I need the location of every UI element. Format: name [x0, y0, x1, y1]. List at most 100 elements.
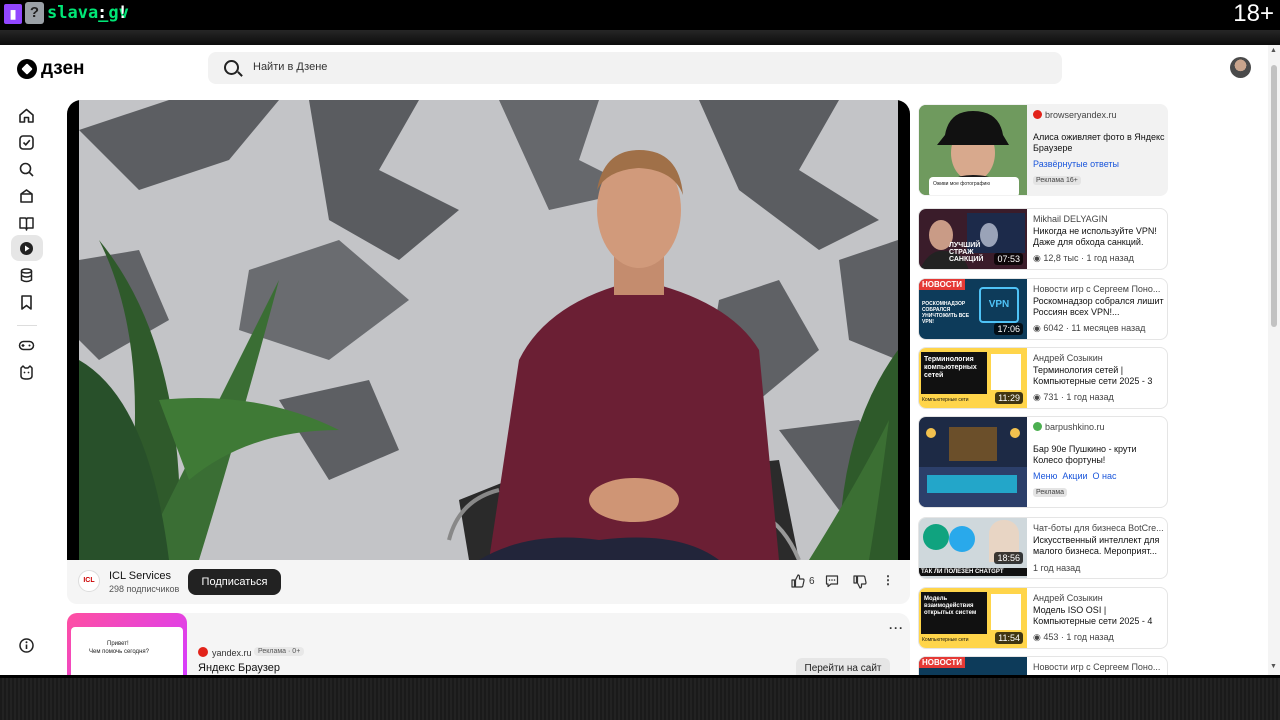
telegram-icon — [949, 526, 975, 552]
video-scene-image — [79, 100, 898, 560]
channel-name[interactable]: ICL Services — [109, 570, 171, 582]
video-frame — [79, 100, 898, 560]
search-placeholder: Найти в Дзене — [253, 61, 328, 73]
stream-bottom-band — [0, 675, 1280, 720]
card-link-about[interactable]: О нас — [1093, 471, 1117, 481]
channel-logo[interactable]: ICL — [78, 570, 100, 592]
logo-text: дзен — [41, 58, 85, 79]
info-icon[interactable] — [18, 637, 35, 654]
card-title: Модель ISO OSI | Компьютерные сети 2025 … — [1033, 605, 1153, 626]
card-ad-tag: Реклама — [1033, 488, 1068, 497]
ad-thumbnail-text-2: Чем помочь сегодня? — [89, 649, 149, 655]
ad-tag: Реклама · 0+ — [254, 647, 305, 656]
recommendation-ad-browser[interactable]: Оживи мое фотографию browseryandex.ru Ал… — [918, 104, 1168, 196]
site-icon — [1033, 422, 1042, 431]
card-title: Роскомнадзор собрался лишит Россиян всех… — [1033, 296, 1164, 317]
card-title: Алиса оживляет фото в Яндекс Браузере — [1033, 132, 1165, 153]
card-title: Терминология сетей | Компьютерные сети 2… — [1033, 365, 1153, 386]
ad-source: yandex.ru — [212, 648, 252, 658]
channel-bar: ICL ICL Services 298 подписчиков Подписа… — [67, 560, 910, 604]
user-avatar[interactable] — [1230, 57, 1251, 78]
card-thumbnail: Оживи мое фотографию — [919, 105, 1027, 195]
card-channel[interactable]: Новости игр с Сергеем Поно... — [1033, 284, 1165, 294]
stream-chat-overlay: ▮ ? slava_gv : ! 18+ — [0, 0, 1280, 30]
bookmark-icon[interactable] — [18, 294, 35, 311]
explore-icon[interactable] — [18, 188, 35, 205]
video-duration: 17:06 — [994, 323, 1023, 335]
comment-icon[interactable] — [825, 574, 839, 588]
video-duration: 07:53 — [994, 253, 1023, 265]
nav-divider — [17, 325, 37, 326]
recommendation-video[interactable]: ТАК ЛИ ПОЛЕЗЕН CHATGPT 18:56 Чат-боты дл… — [918, 517, 1168, 579]
subscriptions-icon[interactable] — [18, 134, 35, 151]
recommendation-video[interactable]: НОВОСТИ Новости игр с Сергеем Поно... — [918, 656, 1168, 675]
search-icon — [224, 60, 239, 75]
more-options-icon[interactable]: ⋮ — [882, 573, 894, 587]
thumbnail-badge: НОВОСТИ — [919, 657, 966, 668]
video-player[interactable] — [67, 100, 910, 560]
kids-icon[interactable] — [18, 364, 35, 381]
dzen-logo[interactable]: дзен — [17, 58, 85, 80]
card-link-menu[interactable]: Меню — [1033, 471, 1057, 481]
like-icon[interactable] — [791, 574, 805, 588]
dzen-page: дзен Найти в Дзене ICL ICL Services 298 … — [0, 45, 1280, 675]
recommendation-video[interactable]: ЛУЧШИЙ СТРАЖ САНКЦИЙ 07:53 Mikhail DELYA… — [918, 208, 1168, 270]
chat-badge-icon: ? — [25, 2, 44, 24]
search-nav-icon[interactable] — [18, 161, 35, 178]
thumbnail-text: ТАК ЛИ ПОЛЕЗЕН CHATGPT — [919, 568, 1027, 576]
card-meta: ◉ 453 · 1 год назад — [1033, 632, 1114, 642]
ad-thumbnail: Привет! Чем помочь сегодня? — [67, 613, 187, 675]
scroll-up-arrow-icon[interactable]: ▲ — [1270, 47, 1277, 54]
card-link-promos[interactable]: Акции — [1062, 471, 1087, 481]
thumbnail-text: РОСКОМНАДЗОР СОБРАЛСЯ УНИЧТОЖИТЬ ВСЕ VPN… — [922, 301, 970, 325]
age-rating-label: 18+ — [1233, 0, 1274, 27]
card-links: Меню Акции О нас — [1033, 471, 1117, 481]
video-duration: 11:54 — [995, 632, 1023, 644]
recommendation-ad-bar[interactable]: barpushkino.ru Бар 90е Пушкино - крути К… — [918, 416, 1168, 508]
recommendation-video[interactable]: Терминология компьютерных сетей Компьюте… — [918, 347, 1168, 409]
dzen-logo-icon — [17, 59, 37, 79]
channel-subscribers: 298 подписчиков — [109, 584, 180, 594]
card-thumbnail: ТАК ЛИ ПОЛЕЗЕН CHATGPT 18:56 — [919, 518, 1027, 578]
card-meta: ◉ 12,8 тыс · 1 год назад — [1033, 253, 1134, 263]
video-duration: 18:56 — [994, 552, 1023, 564]
thumbnail-text: Терминология компьютерных сетей — [924, 356, 977, 379]
card-title: Искусственный интеллект для малого бизне… — [1033, 535, 1160, 556]
card-meta: ◉ 6042 · 11 месяцев назад — [1033, 323, 1146, 333]
subscribe-button[interactable]: Подписаться — [188, 569, 281, 595]
card-thumbnail: Терминология компьютерных сетей Компьюте… — [919, 348, 1027, 408]
card-channel[interactable]: Новости игр с Сергеем Поно... — [1033, 662, 1165, 672]
chat-message: : ! — [97, 3, 128, 23]
ad-title[interactable]: Яндекс Браузер — [198, 662, 280, 674]
thumbnail-caption: Оживи мое фотографию — [933, 181, 991, 187]
stream-frame-band — [0, 30, 1280, 45]
ad-more-icon[interactable]: ··· — [889, 621, 904, 635]
card-channel[interactable]: Андрей Созыкин — [1033, 353, 1165, 363]
thumbnail-subtext: Компьютерные сети — [922, 397, 969, 403]
video-duration: 11:29 — [995, 392, 1023, 404]
gamepad-icon[interactable] — [18, 337, 35, 354]
database-icon[interactable] — [18, 267, 35, 284]
scrollbar-thumb[interactable] — [1271, 65, 1277, 327]
card-ad-tag: Реклама 16+ — [1033, 176, 1081, 185]
articles-icon[interactable] — [18, 215, 35, 232]
card-channel[interactable]: Чат-боты для бизнеса BotCre... — [1033, 523, 1165, 533]
ad-card-browser[interactable]: Привет! Чем помочь сегодня? yandex.ru Ре… — [67, 613, 910, 675]
scroll-down-arrow-icon[interactable]: ▼ — [1270, 663, 1277, 670]
card-channel[interactable]: Андрей Созыкин — [1033, 593, 1165, 603]
thumbnail-image — [919, 417, 1027, 507]
recommendation-video[interactable]: НОВОСТИ РОСКОМНАДЗОР СОБРАЛСЯ УНИЧТОЖИТЬ… — [918, 278, 1168, 340]
card-meta: ◉ 731 · 1 год назад — [1033, 392, 1114, 402]
twitch-icon: ▮ — [4, 4, 22, 24]
dislike-icon[interactable] — [853, 575, 867, 589]
search-input[interactable]: Найти в Дзене — [208, 52, 1062, 84]
card-link[interactable]: Развёрнутые ответы — [1033, 159, 1119, 169]
card-title: Бар 90е Пушкино - крути Колесо фортуны! — [1033, 444, 1137, 465]
chatgpt-icon — [923, 524, 949, 550]
video-icon[interactable] — [18, 240, 35, 257]
card-channel[interactable]: Mikhail DELYAGIN — [1033, 214, 1165, 224]
recommendation-video[interactable]: Модель взаимодействия открытых систем Ко… — [918, 587, 1168, 649]
card-meta: 1 год назад — [1033, 563, 1081, 573]
home-icon[interactable] — [18, 107, 35, 124]
go-to-site-button[interactable]: Перейти на сайт — [796, 658, 890, 675]
